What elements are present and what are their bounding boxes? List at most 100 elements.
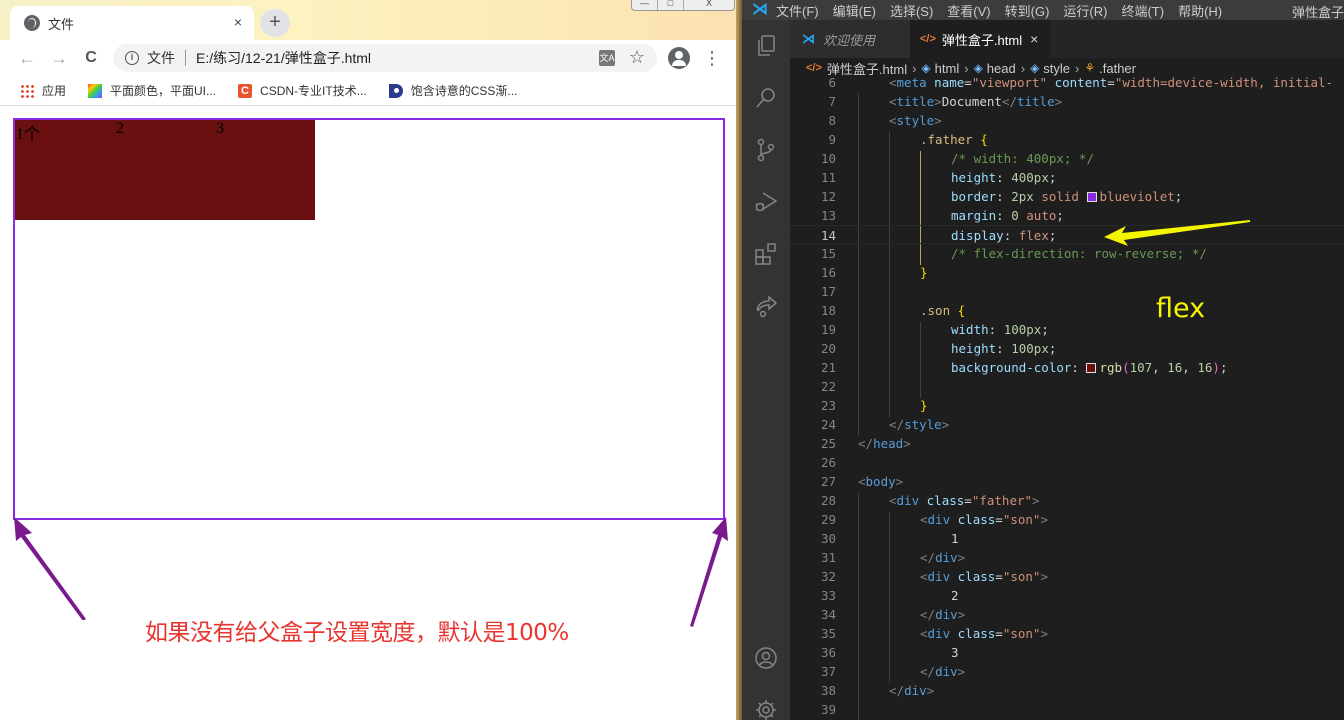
code-line[interactable]: 35 <div class="son"> [790,624,1344,643]
code-line[interactable]: 34 </div> [790,605,1344,624]
run-debug-icon[interactable] [754,190,778,214]
code-line[interactable]: 28 <div class="father"> [790,491,1344,510]
code-editor[interactable]: 6 <meta name="viewport" content="width=de… [790,75,1344,720]
remote-share-icon[interactable] [754,294,778,318]
accounts-icon[interactable] [754,646,778,670]
code-token: > [941,417,950,432]
browser-window: 文件 × + — □ X ← → C i 文件 E:/练习/12-21/弹性盒子… [0,0,736,720]
tab-close-button[interactable]: × [234,14,242,30]
bookmark-css-gradient[interactable]: 饱含诗意的CSS渐... [388,82,517,99]
code-line[interactable]: 12 border: 2px solid blueviolet; [790,187,1344,206]
code-line[interactable]: 21 background-color: rgb(107, 16, 16); [790,358,1344,377]
code-token: 16 [1197,360,1213,375]
code-line[interactable]: 30 1 [790,529,1344,548]
code-line[interactable]: 32 <div class="son"> [790,567,1344,586]
menu-file[interactable]: 文件(F) [776,1,819,20]
tab-close-button[interactable]: × [1030,31,1038,47]
menu-help[interactable]: 帮助(H) [1178,1,1222,20]
code-line[interactable]: 8 <style> [790,111,1344,130]
code-line[interactable]: 16} [790,263,1344,282]
minimize-button[interactable]: — [632,0,658,10]
code-line[interactable]: 10 /* width: 400px; */ [790,149,1344,168]
code-line[interactable]: 26 [790,453,1344,472]
bookmark-apps[interactable]: 应用 [20,82,66,99]
code-token: { [957,303,966,318]
tab-file[interactable]: </> 弹性盒子.html × [910,20,1050,58]
code-line[interactable]: 38 </div> [790,681,1344,700]
code-line[interactable]: 31 </div> [790,548,1344,567]
menu-run[interactable]: 运行(R) [1063,1,1107,20]
code-line[interactable]: 13 margin: 0 auto; [790,206,1344,225]
code-line[interactable]: 19 width: 100px; [790,320,1344,339]
menu-view[interactable]: 查看(V) [947,1,990,20]
line-number: 36 [820,645,836,660]
new-tab-button[interactable]: + [260,9,290,37]
close-window-button[interactable]: X [684,0,734,10]
code-token: div [927,569,951,584]
code-token: display [951,228,1004,243]
code-token: = [964,493,972,508]
profile-avatar-icon[interactable] [668,47,690,69]
browser-menu-icon[interactable]: ⋮ [702,46,722,70]
code-line[interactable]: 18 .son { [790,301,1344,320]
address-bar[interactable]: i 文件 E:/练习/12-21/弹性盒子.html 文A ☆ [113,44,657,72]
color-swatch[interactable] [1086,363,1097,373]
code-line[interactable]: 36 3 [790,643,1344,662]
menu-selection[interactable]: 选择(S) [890,1,933,20]
back-button[interactable]: ← [12,43,42,73]
window-controls: — □ X [631,0,735,11]
line-number: 16 [820,265,836,280]
bookmark-flat-colors[interactable]: 平面颜色，平面UI... [88,82,216,99]
code-line[interactable]: 39 [790,700,1344,719]
son-box: 3 [215,120,315,220]
code-text: </div> [920,605,965,624]
tab-welcome[interactable]: ⋊ 欢迎使用 [790,20,910,58]
code-line[interactable]: 6 <meta name="viewport" content="width=de… [790,73,1344,92]
code-line[interactable]: 14 display: flex; [790,225,1344,244]
code-token: > [934,94,942,109]
code-line[interactable]: 37 </div> [790,662,1344,681]
code-line[interactable]: 22 [790,377,1344,396]
code-line[interactable]: 29 <div class="son"> [790,510,1344,529]
code-token: blueviolet [1099,189,1175,204]
bookmark-csdn[interactable]: C CSDN-专业IT技术... [238,82,367,99]
code-line[interactable]: 15/* flex-direction: row-reverse; */ [790,244,1344,263]
annotation-arrow-left [14,517,86,620]
code-token: class [957,569,996,584]
menu-terminal[interactable]: 终端(T) [1121,1,1164,20]
settings-gear-icon[interactable] [754,698,778,720]
code-token: : [988,322,1004,337]
code-token: "father" [971,493,1033,508]
color-swatch[interactable] [1086,192,1097,202]
menu-edit[interactable]: 编辑(E) [833,1,876,20]
code-line[interactable]: 27 <body> [790,472,1344,491]
csdn-icon: C [238,83,253,98]
line-number: 37 [820,664,836,679]
browser-tab[interactable]: 文件 × [10,6,254,40]
code-token: } [920,265,928,280]
url-text[interactable]: E:/练习/12-21/弹性盒子.html [196,48,371,68]
search-icon[interactable] [754,86,778,110]
source-control-icon[interactable] [754,138,778,162]
extensions-icon[interactable] [754,242,778,266]
son-box: 1个 [15,120,115,220]
code-line[interactable]: 11 height: 400px; [790,168,1344,187]
code-line[interactable]: 25 </head> [790,434,1344,453]
code-line[interactable]: 20 height: 100px; [790,339,1344,358]
translate-icon[interactable]: 文A [599,50,615,66]
code-line[interactable]: 33 2 [790,586,1344,605]
code-line[interactable]: 9 .father { [790,130,1344,149]
bookmark-star-icon[interactable]: ☆ [629,47,645,68]
code-line[interactable]: 17 [790,282,1344,301]
code-line[interactable]: 24 </style> [790,415,1344,434]
forward-button[interactable]: → [44,43,74,73]
code-line[interactable]: 7 <title>Document</title> [790,92,1344,111]
maximize-button[interactable]: □ [658,0,684,10]
code-token: div [935,607,958,622]
menu-go[interactable]: 转到(G) [1005,1,1050,20]
info-icon[interactable]: i [125,51,139,65]
code-token: </ [889,683,905,698]
reload-button[interactable]: C [76,43,106,73]
code-line[interactable]: 23} [790,396,1344,415]
explorer-icon[interactable] [754,34,778,58]
